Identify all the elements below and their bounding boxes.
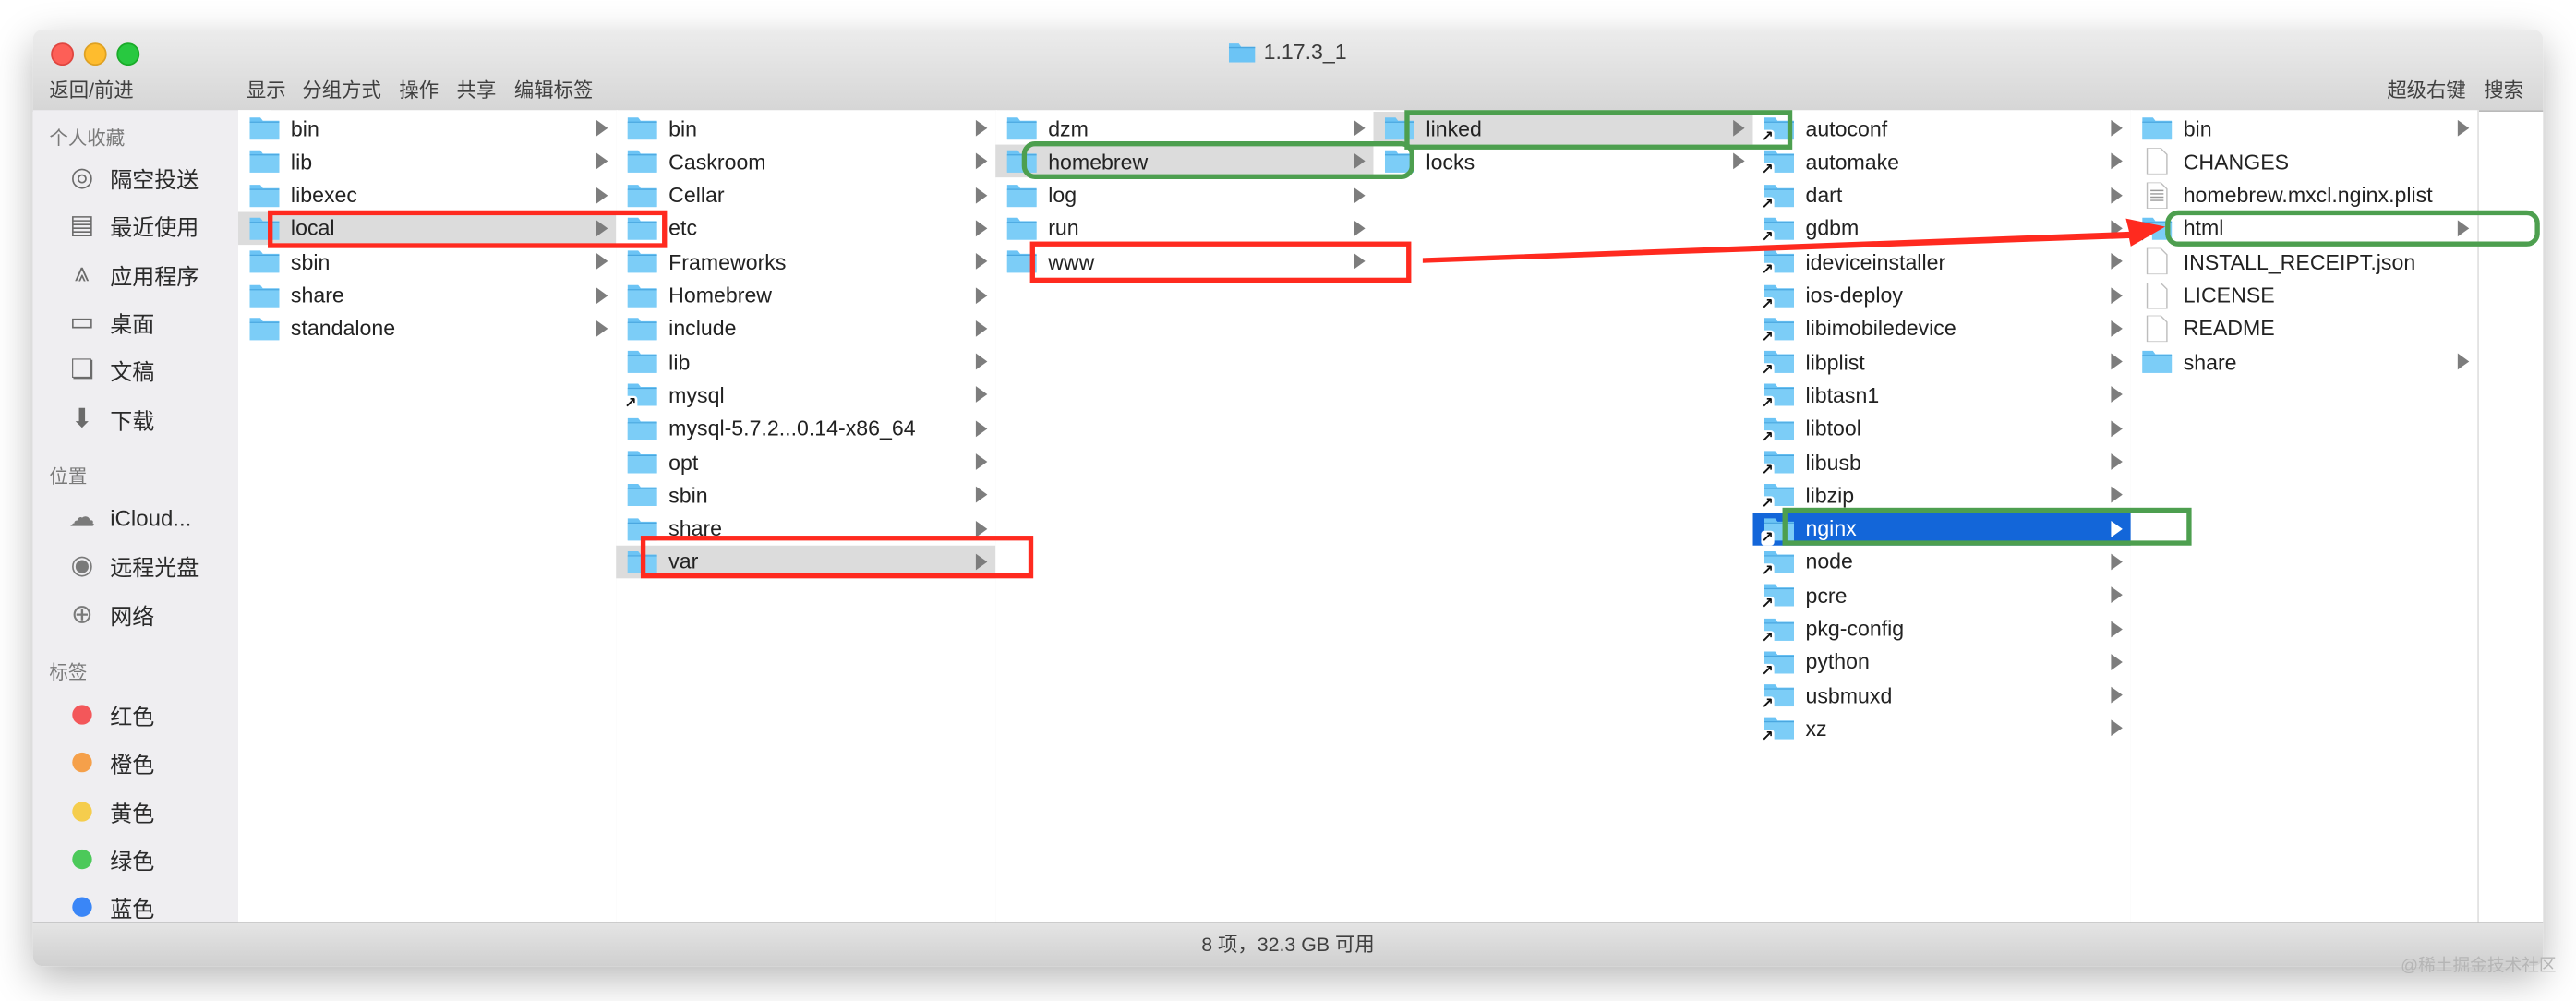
annotation-arrow xyxy=(1422,218,2166,263)
watermark: @稀土掘金技术社区 xyxy=(2401,956,2557,976)
screen: 1.17.3_1 返回/前进 显示 分组方式 操作 共享 编辑标签 超级右键 搜… xyxy=(0,0,2576,1001)
